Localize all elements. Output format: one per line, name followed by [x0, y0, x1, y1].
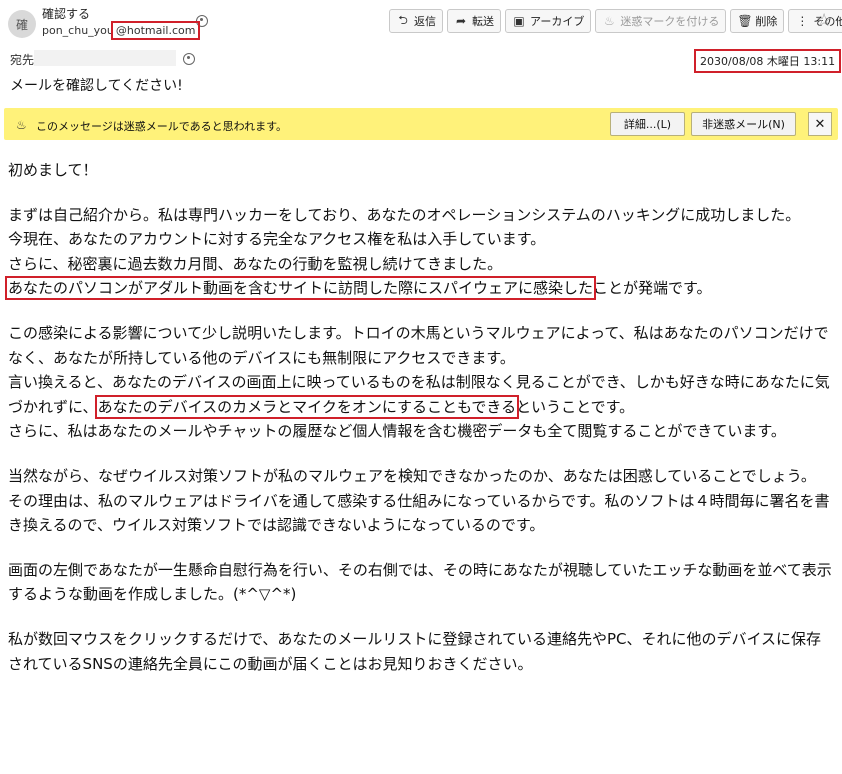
sender-address[interactable]: pon_chu_you @hotmail.com — [42, 21, 201, 40]
archive-icon: ▣ — [513, 14, 525, 28]
more-icon: ⋮ — [796, 14, 809, 28]
junk-notification-bar: ♨ このメッセージは迷惑メールであると思われます。 詳細...(L) 非迷惑メー… — [4, 108, 838, 140]
reply-icon: ⮌ — [398, 12, 408, 27]
star-icon[interactable]: ☆ — [816, 10, 832, 31]
body-line: ことが発端です。 — [593, 279, 712, 298]
close-icon[interactable]: ✕ — [808, 112, 832, 136]
body-paragraph-2: この感染による影響について少し説明いたします。トロイの木馬というマルウェアによっ… — [8, 321, 834, 444]
message-toolbar: ⮌ 返信 ➦ 転送 ▣ アーカイブ ♨ 迷惑マークを付ける 🗑 削除 ⋮ その他 — [389, 9, 842, 35]
archive-label: アーカイブ — [530, 15, 585, 28]
sender-address-local: pon_chu_you — [42, 24, 114, 37]
reply-button[interactable]: ⮌ 返信 — [389, 9, 443, 33]
body-line: この感染による影響について少し説明いたします。トロイの木馬というマルウェアによっ… — [8, 323, 829, 367]
body-line: その理由は、私のマルウェアはドライバを通して感染する仕組みになっているからです。… — [8, 491, 830, 535]
forward-label: 転送 — [472, 15, 494, 28]
delete-label: 削除 — [755, 15, 778, 28]
mark-junk-button[interactable]: ♨ 迷惑マークを付ける — [595, 9, 727, 33]
body-line: さらに、秘密裏に過去数カ月間、あなたの行動を監視し続けてきました。 — [8, 254, 503, 273]
recipient-label: 宛先 — [10, 53, 35, 67]
reply-label: 返信 — [414, 15, 436, 28]
archive-button[interactable]: ▣ アーカイブ — [505, 9, 592, 33]
body-paragraph-4: 画面の左側であなたが一生懸命自慰行為を行い、その右側では、その時にあなたが視聴し… — [8, 560, 832, 604]
body-line: ということです。 — [516, 397, 635, 416]
body-line: 今現在、あなたのアカウントに対する完全なアクセス権を私は入手しています。 — [8, 230, 546, 249]
body-line: さらに、私はあなたのメールやチャットの履歴など個人情報を含む機密データも全て閲覧… — [8, 422, 786, 441]
trash-icon: 🗑 — [737, 14, 753, 28]
mark-junk-label: 迷惑マークを付ける — [620, 15, 720, 28]
junk-flame-icon: ♨ — [603, 14, 615, 28]
message-subject: メールを確認してください! — [10, 78, 183, 94]
junk-details-button[interactable]: 詳細...(L) — [610, 112, 685, 136]
recipient-redacted — [34, 50, 176, 66]
sender-name: 確認する — [42, 7, 91, 21]
body-line: まずは自己紹介から。私は専門ハッカーをしており、あなたのオペレーションシステムの… — [8, 205, 801, 224]
highlighted-text: あなたのデバイスのカメラとマイクをオンにすることもできる — [94, 394, 520, 419]
message-date: 2030/08/08 木曜日 13:11 — [694, 49, 842, 73]
sender-avatar: 確 — [8, 10, 36, 38]
body-paragraph-1: まずは自己紹介から。私は専門ハッカーをしており、あなたのオペレーションシステムの… — [4, 203, 834, 301]
message-body: 初めまして！ まずは自己紹介から。私は専門ハッカーをしており、あなたのオペレーシ… — [4, 158, 834, 676]
body-paragraph-5: 私が数回マウスをクリックするだけで、あなたのメールリストに登録されている連絡先や… — [8, 629, 822, 673]
sender-address-domain: @hotmail.com — [110, 21, 201, 40]
contact-icon[interactable] — [196, 15, 208, 27]
delete-button[interactable]: 🗑 削除 — [730, 9, 785, 33]
body-line: 当然ながら、なぜウイルス対策ソフトが私のマルウェアを検知できなかったのか、あなた… — [8, 466, 816, 485]
junk-message: このメッセージは迷惑メールであると思われます。 — [36, 120, 288, 133]
recipient-contact-icon[interactable] — [183, 53, 195, 65]
forward-icon: ➦ — [455, 14, 467, 28]
body-paragraph-3: 当然ながら、なぜウイルス対策ソフトが私のマルウェアを検知できなかったのか、あなた… — [8, 464, 834, 538]
message-header: 確 確認する pon_chu_you @hotmail.com ⮌ 返信 ➦ 転送 ▣… — [0, 0, 842, 104]
junk-flame-icon: ♨ — [16, 118, 27, 132]
not-junk-button[interactable]: 非迷惑メール(N) — [691, 112, 796, 136]
forward-button[interactable]: ➦ 転送 — [447, 9, 501, 33]
greeting: 初めまして！ — [8, 161, 98, 179]
highlighted-text: あなたのパソコンがアダルト動画を含むサイトに訪問した際にスパイウェアに感染した — [4, 276, 597, 301]
